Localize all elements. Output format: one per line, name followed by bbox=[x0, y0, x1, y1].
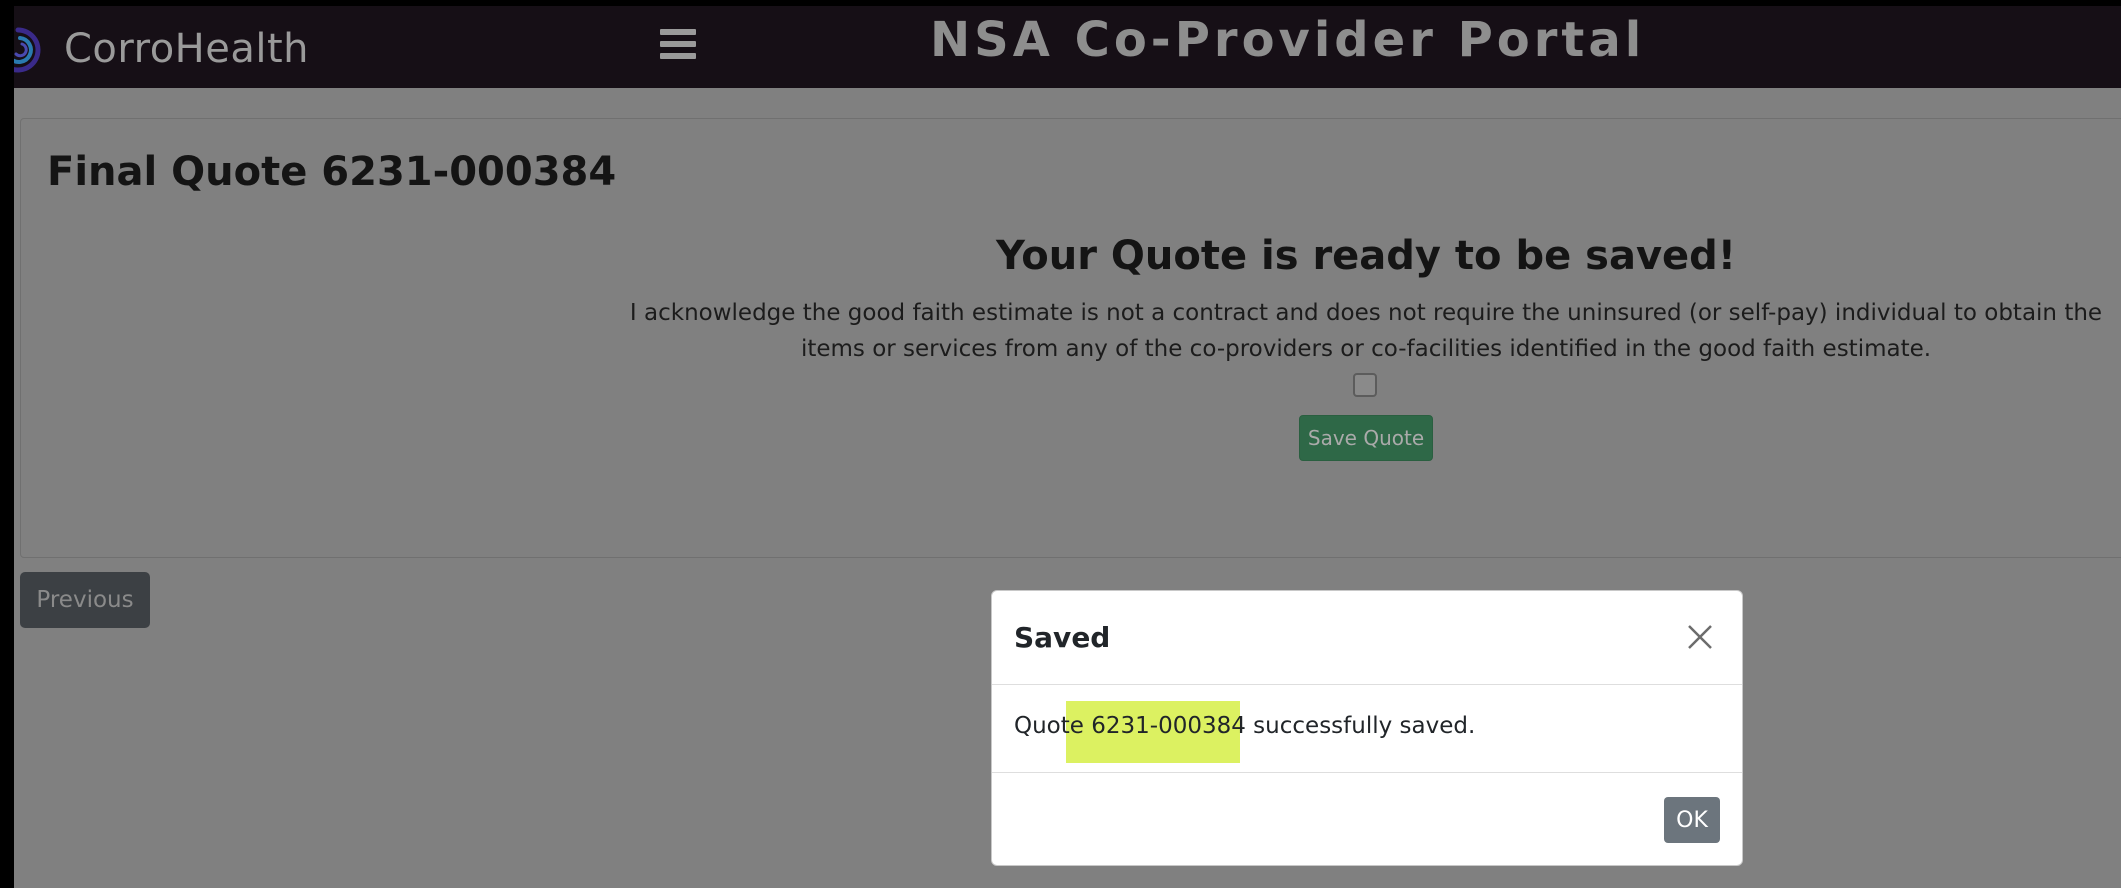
app-window: CorroHealth NSA Co-Provider Portal Final… bbox=[0, 0, 2121, 888]
brand-name: CorroHealth bbox=[64, 26, 310, 72]
previous-button[interactable]: Previous bbox=[20, 572, 150, 628]
acknowledgement-text: I acknowledge the good faith estimate is… bbox=[629, 300, 2103, 362]
top-navbar: CorroHealth NSA Co-Provider Portal bbox=[0, 6, 2121, 88]
message-suffix: successfully saved. bbox=[1245, 713, 1476, 739]
ok-button[interactable]: OK bbox=[1664, 797, 1720, 843]
saved-quote-number: 6231-000384 bbox=[1091, 713, 1246, 739]
final-quote-card: Final Quote 6231-000384 Your Quote is re… bbox=[20, 118, 2121, 558]
message-prefix: Quote bbox=[1014, 713, 1092, 739]
left-edge bbox=[0, 0, 14, 888]
ready-heading: Your Quote is ready to be saved! bbox=[995, 233, 1737, 279]
modal-message: Quote 6231-000384 successfully saved. bbox=[1014, 713, 1475, 739]
top-edge bbox=[0, 0, 2121, 6]
save-quote-button[interactable]: Save Quote bbox=[1299, 415, 1433, 461]
close-x-icon[interactable] bbox=[1682, 619, 1718, 655]
modal-header: Saved bbox=[992, 591, 1742, 685]
portal-title: NSA Co-Provider Portal bbox=[930, 12, 1646, 68]
saved-modal: Saved Quote 6231-000384 successfully sav… bbox=[991, 590, 1743, 866]
hamburger-menu-icon[interactable] bbox=[660, 24, 700, 64]
acknowledgement-checkbox[interactable] bbox=[1353, 373, 1377, 397]
modal-title: Saved bbox=[1014, 621, 1111, 654]
modal-body: Quote 6231-000384 successfully saved. bbox=[992, 685, 1742, 773]
page-title: Final Quote 6231-000384 bbox=[47, 149, 617, 195]
